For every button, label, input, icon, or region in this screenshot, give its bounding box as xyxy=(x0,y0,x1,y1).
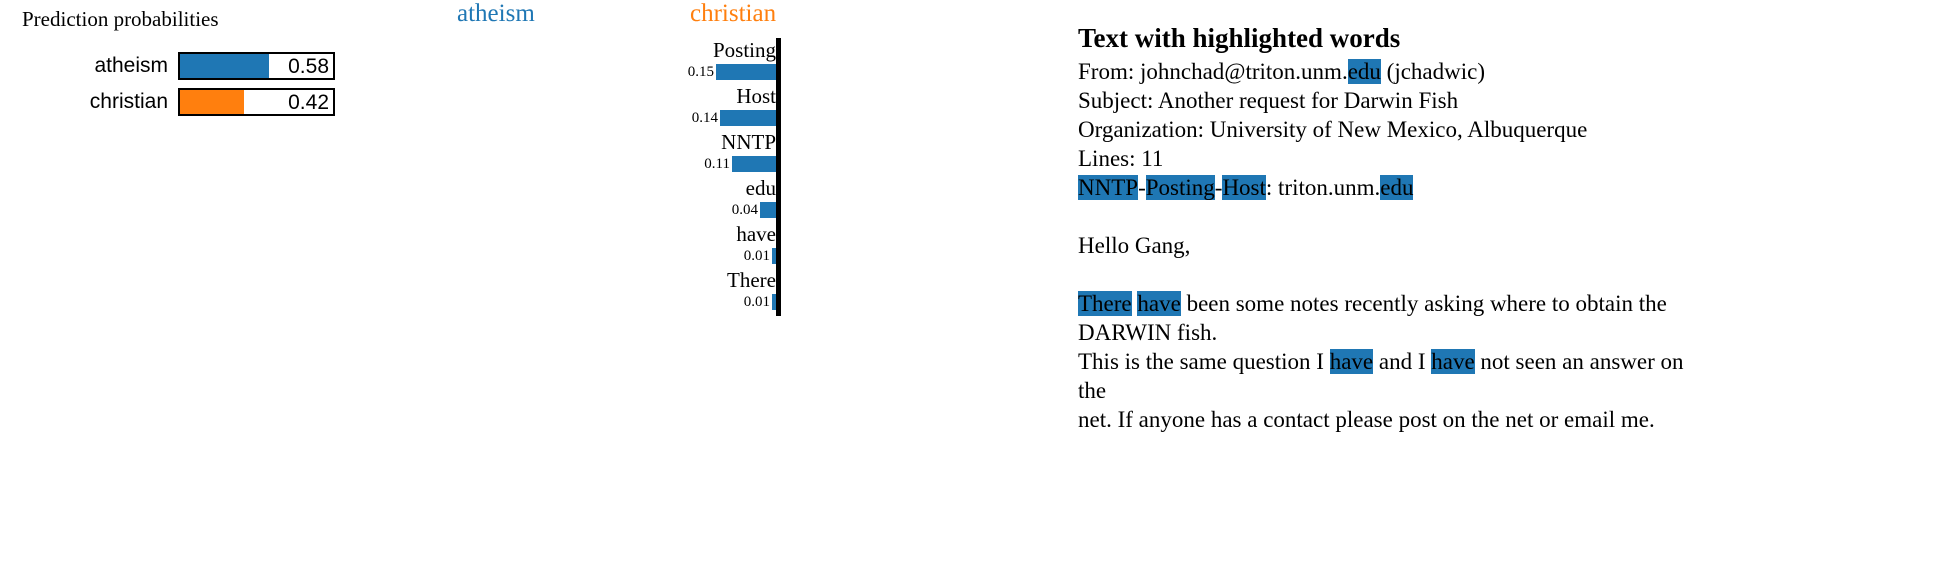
feature-bar-Host xyxy=(720,110,776,126)
probability-fill-christian xyxy=(180,90,244,114)
text-blank-line xyxy=(1078,260,1938,289)
highlighted-text-panel: Text with highlighted words From: johnch… xyxy=(1078,22,1938,562)
highlighted-text-body: From: johnchad@triton.unm.edu (jchadwic)… xyxy=(1078,57,1938,434)
feature-value-Host: 0.14 xyxy=(691,110,718,126)
probability-value-atheism: 0.58 xyxy=(288,55,329,78)
feature-weights-panel: atheism christian Posting 0.15 Host 0.14 NNT… xyxy=(450,0,850,340)
prediction-probabilities-title: Prediction probabilities xyxy=(22,7,219,31)
highlighted-word: NNTP xyxy=(1078,175,1139,200)
probability-label-christian: christian xyxy=(89,90,168,113)
feature-weight-row: edu 0.04 xyxy=(450,176,781,222)
feature-value-have: 0.01 xyxy=(743,248,770,264)
feature-name-There: There xyxy=(727,268,776,292)
feature-weight-row: There 0.01 xyxy=(450,268,781,314)
text-segment: From: johnchad@triton.unm. xyxy=(1078,59,1348,84)
text-segment: (jchadwic) xyxy=(1380,59,1486,84)
highlighted-word: have xyxy=(1431,349,1475,374)
feature-weight-row: have 0.01 xyxy=(450,222,781,268)
text-segment: - xyxy=(1138,175,1146,200)
text-line: Organization: University of New Mexico, … xyxy=(1078,115,1938,144)
text-segment: and I xyxy=(1373,349,1432,374)
text-segment: Hello Gang, xyxy=(1078,233,1191,258)
feature-name-edu: edu xyxy=(745,176,776,200)
feature-bar-line: 0.14 xyxy=(450,108,776,128)
text-segment: the xyxy=(1078,378,1107,403)
highlighted-text-heading: Text with highlighted words xyxy=(1078,23,1401,53)
text-segment: Subject: Another request for Darwin Fish xyxy=(1078,88,1459,113)
feature-name-NNTP: NNTP xyxy=(721,130,776,154)
text-line: the xyxy=(1078,376,1938,405)
probability-label-atheism: atheism xyxy=(94,54,168,77)
feature-bar-have xyxy=(772,248,776,264)
feature-bar-line: 0.15 xyxy=(450,62,776,82)
feature-value-edu: 0.04 xyxy=(731,202,758,218)
highlighted-word: have xyxy=(1137,291,1181,316)
text-line: There have been some notes recently aski… xyxy=(1078,289,1938,318)
feature-bar-line: 0.04 xyxy=(450,200,776,220)
text-segment: Organization: University of New Mexico, … xyxy=(1078,117,1588,142)
text-segment: net. If anyone has a contact please post… xyxy=(1078,407,1655,432)
text-line: NNTP-Posting-Host: triton.unm.edu xyxy=(1078,173,1938,202)
text-segment: DARWIN fish. xyxy=(1078,320,1218,345)
probability-value-christian: 0.42 xyxy=(288,91,329,114)
text-segment: Lines: 11 xyxy=(1078,146,1164,171)
probability-fill-atheism xyxy=(180,54,269,78)
text-segment: not seen an answer on xyxy=(1474,349,1684,374)
highlighted-word: edu xyxy=(1347,59,1381,84)
highlighted-word: have xyxy=(1329,349,1374,374)
text-line: Hello Gang, xyxy=(1078,231,1938,260)
text-segment: been some notes recently asking where to… xyxy=(1180,291,1667,316)
probability-track-christian: 0.42 xyxy=(178,88,335,116)
prediction-probabilities-panel: Prediction probabilities atheism 0.58 chri… xyxy=(0,0,440,140)
feature-value-There: 0.01 xyxy=(743,294,770,310)
feature-name-have: have xyxy=(736,222,776,246)
highlighted-word: edu xyxy=(1380,175,1414,200)
text-line: Lines: 11 xyxy=(1078,144,1938,173)
feature-bar-line: 0.11 xyxy=(450,154,776,174)
highlighted-word: Posting xyxy=(1145,175,1215,200)
feature-weight-row: Posting 0.15 xyxy=(450,38,781,84)
feature-value-Posting: 0.15 xyxy=(687,64,714,80)
class-header-atheism: atheism xyxy=(457,0,535,27)
text-line: Subject: Another request for Darwin Fish xyxy=(1078,86,1938,115)
feature-bar-line: 0.01 xyxy=(450,246,776,266)
text-line: This is the same question I have and I h… xyxy=(1078,347,1938,376)
class-header-christian: christian xyxy=(690,0,777,27)
text-segment: : triton.unm. xyxy=(1265,175,1381,200)
text-line: net. If anyone has a contact please post… xyxy=(1078,405,1938,434)
highlighted-word: Host xyxy=(1222,175,1266,200)
text-line: DARWIN fish. xyxy=(1078,318,1938,347)
probability-row-atheism: atheism 0.58 xyxy=(0,52,440,82)
feature-weight-row: NNTP 0.11 xyxy=(450,130,781,176)
feature-bar-Posting xyxy=(716,64,776,80)
feature-value-NNTP: 0.11 xyxy=(704,156,730,172)
text-segment: This is the same question I xyxy=(1078,349,1330,374)
probability-row-christian: christian 0.42 xyxy=(0,88,440,118)
feature-bar-There xyxy=(772,294,776,310)
highlighted-word: There xyxy=(1078,291,1132,316)
feature-weight-row: Host 0.14 xyxy=(450,84,781,130)
text-blank-line xyxy=(1078,202,1938,231)
feature-bar-NNTP xyxy=(732,156,776,172)
text-line: From: johnchad@triton.unm.edu (jchadwic) xyxy=(1078,57,1938,86)
feature-name-Host: Host xyxy=(736,84,776,108)
feature-bar-edu xyxy=(760,202,776,218)
feature-bar-line: 0.01 xyxy=(450,292,776,312)
probability-track-atheism: 0.58 xyxy=(178,52,335,80)
feature-name-Posting: Posting xyxy=(712,38,776,62)
